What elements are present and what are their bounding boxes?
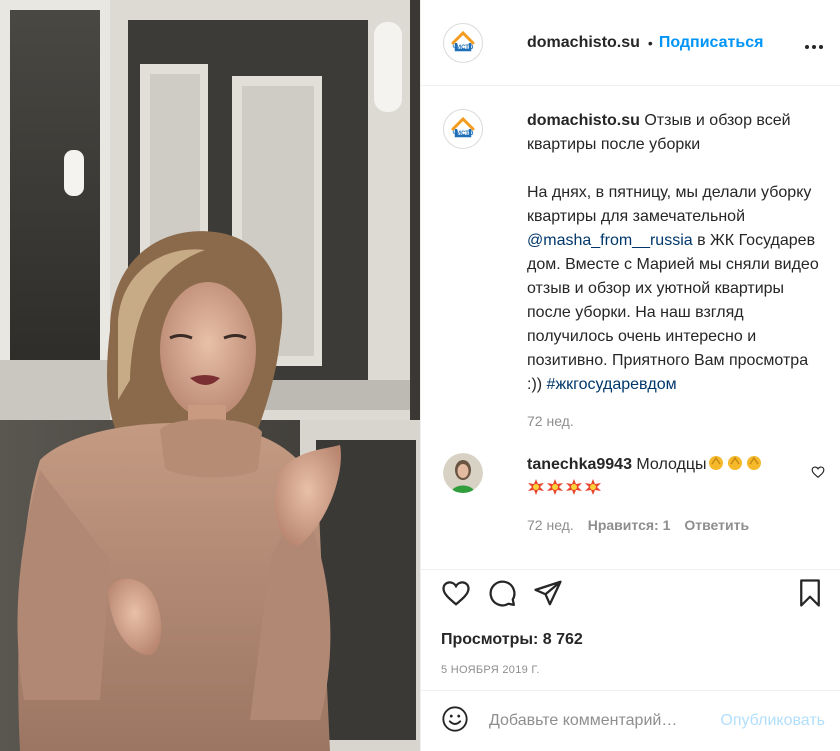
separator-dot: • [647, 34, 653, 51]
svg-text:ЧИСТО: ЧИСТО [453, 131, 474, 137]
share-icon[interactable] [533, 578, 563, 613]
heart-icon[interactable] [441, 578, 471, 613]
comments-list[interactable]: ЧИСТО domachisto.su Отзыв и обзор всей к… [421, 87, 840, 569]
comment-item: tanechka9943 Молодцы 72 нед. Нравится: 1… [421, 433, 840, 537]
comment-username[interactable]: tanechka9943 [527, 456, 632, 473]
post-header: ЧИСТО domachisto.su • Подписаться [421, 0, 840, 86]
comment-like-heart-icon[interactable] [811, 465, 825, 537]
svg-text:ЧИСТО: ЧИСТО [453, 45, 474, 51]
boom-emoji-icon [528, 479, 544, 495]
comment-time[interactable]: 72 нед. [527, 513, 574, 537]
follow-button[interactable]: Подписаться [659, 34, 764, 52]
add-comment-bar: Опубликовать [421, 690, 840, 751]
reply-button[interactable]: Ответить [684, 513, 749, 537]
clap-emojis [707, 456, 764, 473]
hashtag-link[interactable]: #жкгосударевдом [547, 376, 677, 393]
domachisto-logo-icon: ЧИСТО [451, 116, 475, 138]
comment-text: Молодцы [636, 456, 707, 473]
post-date[interactable]: 5 НОЯБРЯ 2019 Г. [441, 664, 825, 676]
more-options-icon[interactable] [804, 32, 824, 54]
comment-icon[interactable] [487, 578, 517, 613]
bookmark-icon[interactable] [795, 578, 825, 613]
caption-time[interactable]: 72 нед. [527, 409, 825, 433]
post-caption: ЧИСТО domachisto.su Отзыв и обзор всей к… [421, 87, 840, 433]
clap-emoji-icon [708, 456, 723, 470]
commenter-avatar[interactable] [443, 453, 483, 493]
comment-input[interactable] [489, 712, 689, 730]
mention-link[interactable]: @masha_from__russia [527, 232, 693, 249]
emoji-icon[interactable] [441, 705, 469, 738]
boom-emoji-icon [547, 479, 563, 495]
views-count[interactable]: Просмотры: 8 762 [441, 631, 825, 649]
comment-likes[interactable]: Нравится: 1 [588, 513, 671, 537]
post-actions: Просмотры: 8 762 5 НОЯБРЯ 2019 Г. [421, 569, 840, 681]
caption-avatar[interactable]: ЧИСТО [443, 109, 483, 149]
account-avatar[interactable]: ЧИСТО [443, 22, 483, 63]
video-frame [0, 0, 420, 751]
header-username[interactable]: domachisto.su [527, 34, 640, 52]
post-details-panel: ЧИСТО domachisto.su • Подписаться ЧИСТО … [420, 0, 840, 751]
caption-username[interactable]: domachisto.su [527, 112, 640, 129]
publish-button[interactable]: Опубликовать [720, 712, 825, 730]
domachisto-logo-icon: ЧИСТО [451, 30, 475, 51]
clap-emoji-icon [746, 456, 761, 470]
boom-emoji-icon [566, 479, 582, 495]
post-video[interactable] [0, 0, 420, 751]
clap-emoji-icon [727, 456, 742, 470]
boom-emojis [527, 477, 811, 501]
caption-description: На днях, в пятницу, мы делали уборку ква… [527, 181, 825, 397]
caption-text-part1: На днях, в пятницу, мы делали уборку ква… [527, 184, 812, 225]
boom-emoji-icon [585, 479, 601, 495]
caption-text-part2: в ЖК Государев дом. Вместе с Марией мы с… [527, 232, 819, 393]
